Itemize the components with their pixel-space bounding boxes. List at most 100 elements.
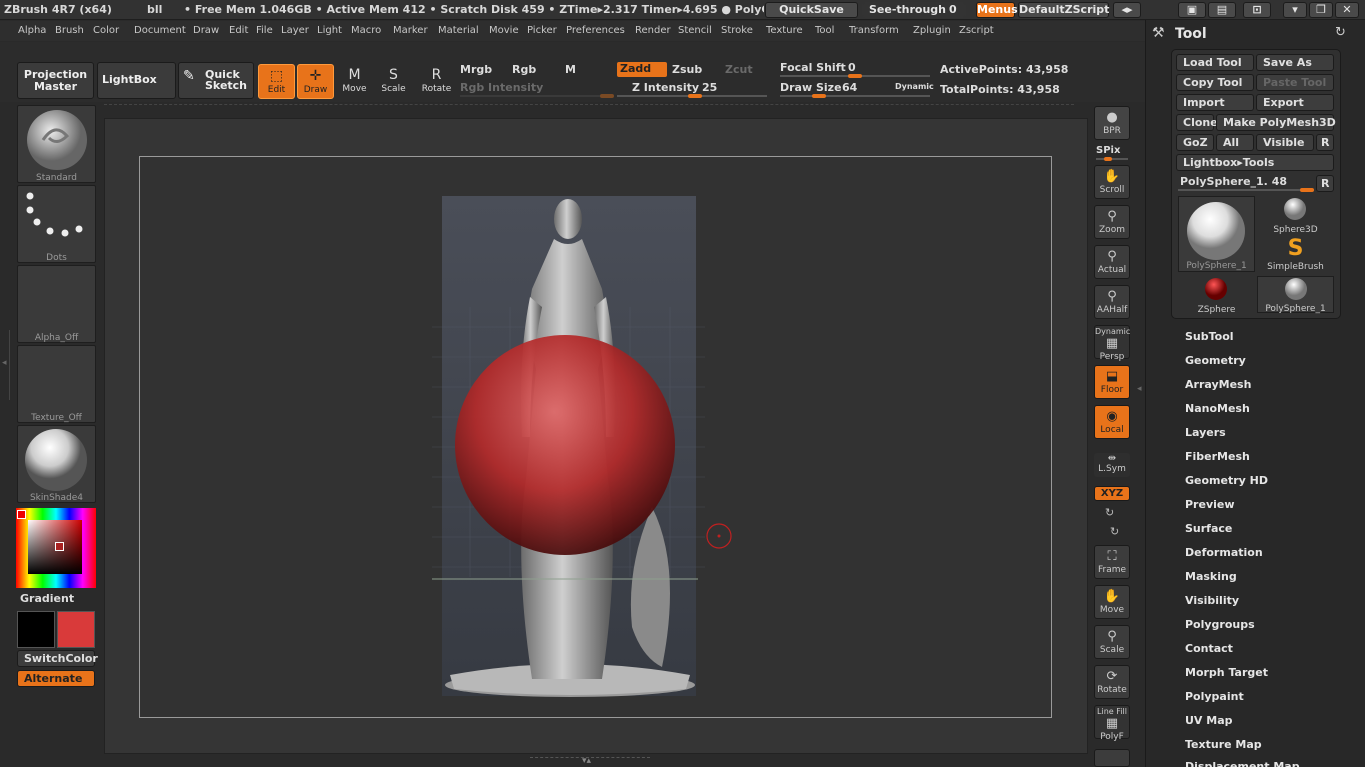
draw-size-label[interactable]: Draw Size [780, 81, 842, 94]
load-tool-button[interactable]: Load Tool [1176, 54, 1254, 71]
subpalette-subtool[interactable]: SubTool [1185, 330, 1234, 343]
current-tool-slider[interactable] [1178, 189, 1314, 191]
main-color-swatch[interactable] [17, 611, 55, 648]
bpr-button[interactable]: ● BPR [1094, 106, 1130, 140]
subpalette-layers[interactable]: Layers [1185, 426, 1226, 439]
menu-file[interactable]: File [256, 25, 273, 36]
visible-button[interactable]: Visible [1256, 134, 1314, 151]
rotate-view-button[interactable]: ⟳ Rotate [1094, 665, 1130, 699]
floor-button[interactable]: ⬓ Floor [1094, 365, 1130, 399]
projection-master-button[interactable]: Projection Master [17, 62, 94, 99]
all-button[interactable]: All [1216, 134, 1254, 151]
r-tool-button[interactable]: R [1316, 175, 1334, 192]
layout-alt-icon[interactable]: ▤ [1208, 2, 1236, 18]
subpalette-contact[interactable]: Contact [1185, 642, 1233, 655]
menu-render[interactable]: Render [635, 25, 671, 36]
polyf-button[interactable]: Line Fill ▦ PolyF [1094, 705, 1130, 742]
move-mode-button[interactable]: M Move [336, 64, 373, 99]
subpalette-nanomesh[interactable]: NanoMesh [1185, 402, 1250, 415]
lightbox-tools-button[interactable]: Lightbox▸Tools [1176, 154, 1334, 171]
z-intensity-label[interactable]: Z Intensity [632, 81, 699, 94]
move-view-button[interactable]: ✋ Move [1094, 585, 1130, 619]
draw-size-slider[interactable] [780, 95, 930, 97]
focal-shift-knob[interactable] [848, 74, 862, 78]
menu-color[interactable]: Color [93, 25, 119, 36]
rgb-button[interactable]: Rgb [512, 63, 536, 76]
menu-marker[interactable]: Marker [393, 25, 428, 36]
subpalette-polypaint[interactable]: Polypaint [1185, 690, 1244, 703]
menu-zscript[interactable]: Zscript [959, 25, 994, 36]
default-zscript-button[interactable]: DefaultZScript [1018, 2, 1109, 18]
rgb-intensity-label[interactable]: Rgb Intensity [460, 81, 543, 94]
subpalette-surface[interactable]: Surface [1185, 522, 1232, 535]
material-thumbnail[interactable]: SkinShade4 [17, 425, 96, 503]
subpalette-masking[interactable]: Masking [1185, 570, 1237, 583]
zadd-button[interactable]: Zadd [617, 62, 667, 77]
subpalette-displacement-map[interactable]: Displacement Map [1185, 760, 1300, 767]
lock-icon[interactable]: ⊡ [1243, 2, 1271, 18]
export-button[interactable]: Export [1256, 94, 1334, 111]
draw-size-knob[interactable] [812, 94, 826, 98]
menu-light[interactable]: Light [317, 25, 342, 36]
menu-layer[interactable]: Layer [281, 25, 309, 36]
rotate-y-icon[interactable]: ↻ [1105, 506, 1114, 519]
canvas-bottom-rail[interactable]: ▾▴ [530, 756, 650, 767]
subpalette-preview[interactable]: Preview [1185, 498, 1235, 511]
subpalette-morph-target[interactable]: Morph Target [1185, 666, 1268, 679]
menu-edit[interactable]: Edit [229, 25, 248, 36]
texture-thumbnail[interactable]: Texture_Off [17, 345, 96, 423]
subpalette-uv-map[interactable]: UV Map [1185, 714, 1233, 727]
menu-movie[interactable]: Movie [489, 25, 519, 36]
switchcolor-button[interactable]: SwitchColor [17, 650, 98, 667]
make-polymesh-button[interactable]: Make PolyMesh3D [1216, 114, 1336, 131]
zsub-button[interactable]: Zsub [672, 63, 702, 76]
r-button[interactable]: R [1316, 134, 1334, 151]
lightbox-button[interactable]: LightBox [97, 62, 176, 99]
alpha-thumbnail[interactable]: Alpha_Off [17, 265, 96, 343]
local-button[interactable]: ◉ Local [1094, 405, 1130, 439]
alternate-button[interactable]: Alternate [17, 670, 95, 687]
spix-slider[interactable] [1096, 158, 1128, 160]
rotate-z-icon[interactable]: ↻ [1110, 525, 1119, 538]
import-button[interactable]: Import [1176, 94, 1254, 111]
thumb-sphere3d[interactable]: Sphere3D [1257, 196, 1334, 235]
draw-mode-button[interactable]: ✛ Draw [297, 64, 334, 99]
thumb-zsphere[interactable]: ZSphere [1178, 276, 1255, 315]
menu-material[interactable]: Material [438, 25, 479, 36]
menus-toggle[interactable]: Menus [976, 2, 1018, 18]
spix-label[interactable]: SPix [1096, 145, 1120, 156]
clone-button[interactable]: Clone [1176, 114, 1218, 131]
spix-knob[interactable] [1104, 157, 1112, 161]
subpalette-fibermesh[interactable]: FiberMesh [1185, 450, 1250, 463]
menu-zplugin[interactable]: Zplugin [913, 25, 951, 36]
quick-sketch-button[interactable]: ✎ Quick Sketch [178, 62, 254, 99]
thumb-polysphere-2[interactable]: PolySphere_1 [1257, 276, 1334, 314]
subpalette-geometry[interactable]: Geometry [1185, 354, 1246, 367]
transp-button[interactable] [1094, 749, 1130, 767]
current-tool-knob[interactable] [1300, 188, 1314, 192]
paste-tool-button[interactable]: Paste Tool [1256, 74, 1334, 91]
aahalf-button[interactable]: ⚲ AAHalf [1094, 285, 1130, 319]
polysphere-red[interactable] [455, 335, 675, 555]
actual-button[interactable]: ⚲ Actual [1094, 245, 1130, 279]
layout-icon[interactable]: ▣ [1178, 2, 1206, 18]
gradient-toggle[interactable]: Gradient [20, 592, 74, 605]
thumb-polysphere-active[interactable]: PolySphere_1 [1178, 196, 1255, 272]
xyz-button[interactable]: XYZ [1094, 486, 1130, 501]
close-icon[interactable]: ✕ [1335, 2, 1359, 18]
lsym-button[interactable]: ⇹ L.Sym [1094, 453, 1130, 477]
refresh-icon[interactable]: ↻ [1335, 25, 1346, 40]
menu-draw[interactable]: Draw [193, 25, 219, 36]
brush-thumbnail[interactable]: Standard [17, 105, 96, 183]
copy-tool-button[interactable]: Copy Tool [1176, 74, 1254, 91]
scale-view-button[interactable]: ⚲ Scale [1094, 625, 1130, 659]
hue-cursor[interactable] [17, 510, 26, 519]
subpalette-arraymesh[interactable]: ArrayMesh [1185, 378, 1251, 391]
persp-button[interactable]: Dynamic ▦ Persp [1094, 325, 1130, 362]
menu-macro[interactable]: Macro [351, 25, 381, 36]
color-picker-cursor[interactable] [55, 542, 64, 551]
thumb-simplebrush[interactable]: S SimpleBrush [1257, 236, 1334, 273]
m-button[interactable]: M [565, 63, 576, 76]
menu-document[interactable]: Document [134, 25, 186, 36]
focal-shift-label[interactable]: Focal Shift [780, 61, 846, 74]
